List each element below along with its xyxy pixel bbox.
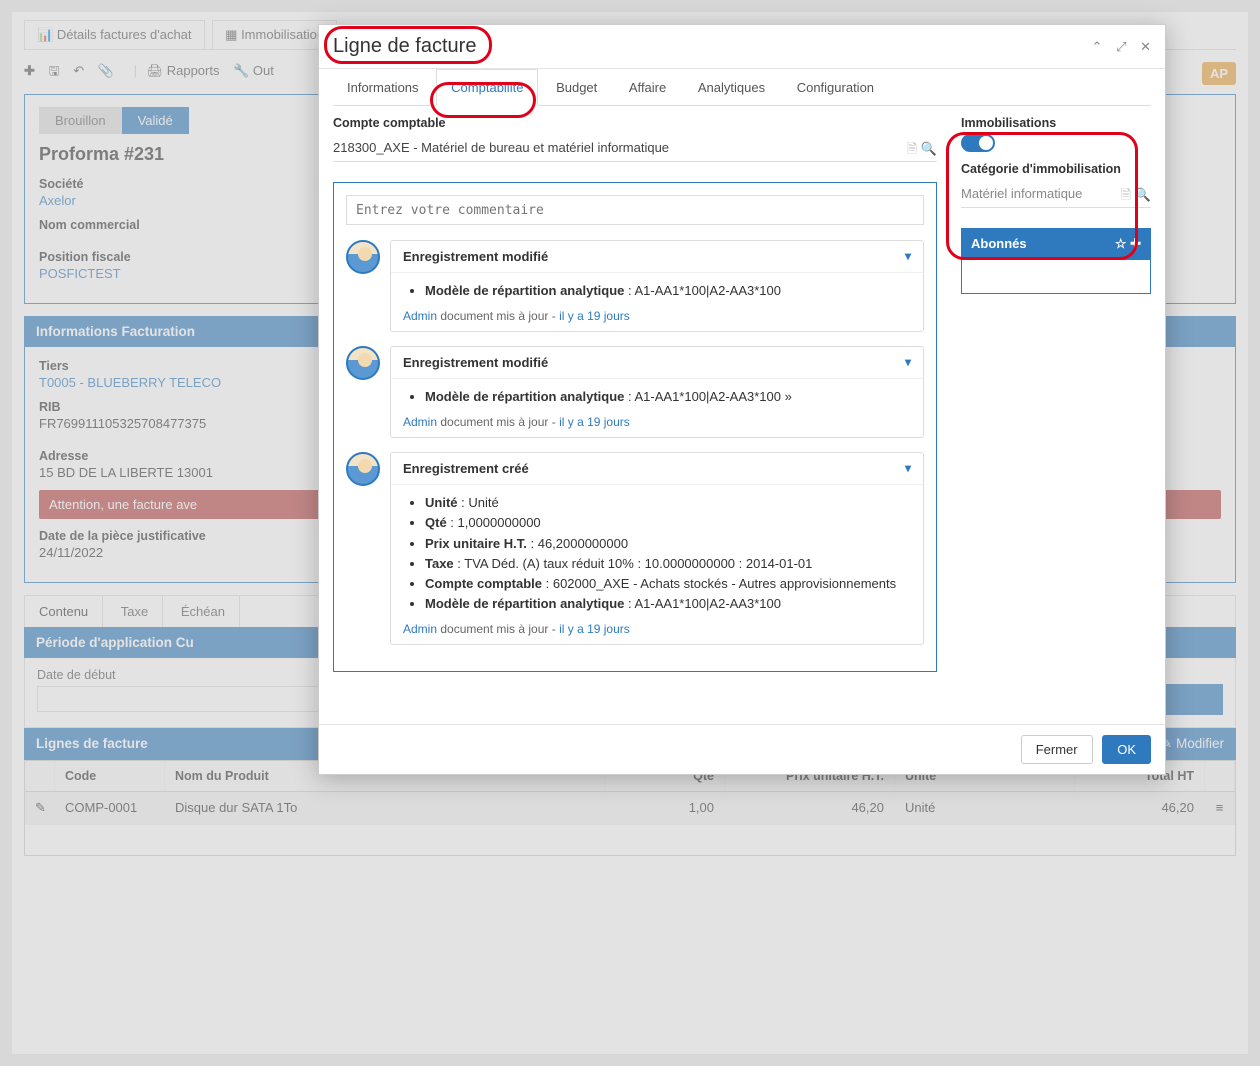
chevron-down-icon[interactable]: ▾ bbox=[905, 461, 911, 476]
history-meta: Admin document mis à jour - il y a 19 jo… bbox=[391, 309, 923, 331]
avatar bbox=[346, 240, 380, 274]
comment-input[interactable] bbox=[346, 195, 924, 225]
tab-affaire[interactable]: Affaire bbox=[615, 70, 680, 105]
tab-informations[interactable]: Informations bbox=[333, 70, 433, 105]
immobilisations-toggle[interactable] bbox=[961, 134, 995, 152]
close-icon[interactable]: ✕ bbox=[1140, 39, 1151, 54]
chevron-down-icon[interactable]: ▾ bbox=[905, 249, 911, 264]
history-field: Modèle de répartition analytique : A1-AA… bbox=[425, 387, 909, 407]
immobilisations-label: Immobilisations bbox=[961, 116, 1151, 130]
history-item: Enregistrement modifié ▾ Modèle de réparti… bbox=[346, 240, 924, 332]
tab-comptabilite[interactable]: Comptabilité bbox=[436, 69, 538, 106]
history-meta: Admin document mis à jour - il y a 19 jo… bbox=[391, 622, 923, 644]
history-field: Modèle de répartition analytique : A1-AA… bbox=[425, 594, 909, 614]
collapse-icon[interactable]: ⌃ bbox=[1092, 39, 1103, 54]
compte-comptable-input[interactable] bbox=[333, 134, 937, 162]
avatar bbox=[346, 346, 380, 380]
modal-title: Ligne de facture bbox=[333, 35, 476, 58]
history-field: Taxe : TVA Déd. (A) taux réduit 10% : 10… bbox=[425, 554, 909, 574]
close-button[interactable]: Fermer bbox=[1021, 735, 1093, 764]
history-user[interactable]: Admin bbox=[403, 309, 437, 323]
history-field: Prix unitaire H.T. : 46,2000000000 bbox=[425, 534, 909, 554]
ok-button[interactable]: OK bbox=[1102, 735, 1151, 764]
history-meta: Admin document mis à jour - il y a 19 jo… bbox=[391, 415, 923, 437]
tab-analytiques[interactable]: Analytiques bbox=[684, 70, 779, 105]
tab-configuration[interactable]: Configuration bbox=[783, 70, 888, 105]
history-field: Modèle de répartition analytique : A1-AA… bbox=[425, 281, 909, 301]
categorie-input[interactable] bbox=[961, 180, 1151, 208]
subscribers-panel: Abonnés ☆ ✚ bbox=[961, 228, 1151, 294]
comments-panel: Enregistrement modifié ▾ Modèle de réparti… bbox=[333, 182, 937, 672]
history-user[interactable]: Admin bbox=[403, 622, 437, 636]
avatar bbox=[346, 452, 380, 486]
history-time[interactable]: il y a 19 jours bbox=[559, 622, 630, 636]
tab-budget[interactable]: Budget bbox=[542, 70, 611, 105]
history-title: Enregistrement créé bbox=[403, 461, 529, 476]
history-field: Unité : Unité bbox=[425, 493, 909, 513]
history-item: Enregistrement créé ▾ Unité : UnitéQté : 1… bbox=[346, 452, 924, 645]
history-time[interactable]: il y a 19 jours bbox=[559, 415, 630, 429]
history-user[interactable]: Admin bbox=[403, 415, 437, 429]
add-subscriber-icon[interactable]: ✚ bbox=[1130, 236, 1141, 251]
compte-comptable-label: Compte comptable bbox=[333, 116, 937, 130]
modal-tabs: Informations Comptabilité Budget Affaire… bbox=[333, 69, 1151, 106]
history-field: Compte comptable : 602000_AXE - Achats s… bbox=[425, 574, 909, 594]
chevron-down-icon[interactable]: ▾ bbox=[905, 355, 911, 370]
history-title: Enregistrement modifié bbox=[403, 249, 548, 264]
modal-ligne-facture: Ligne de facture ⌃ ⤢ ✕ Informations Comp… bbox=[318, 24, 1166, 775]
history-time[interactable]: il y a 19 jours bbox=[559, 309, 630, 323]
categorie-label: Catégorie d'immobilisation bbox=[961, 162, 1151, 176]
history-field: Qté : 1,0000000000 bbox=[425, 513, 909, 533]
history-title: Enregistrement modifié bbox=[403, 355, 548, 370]
star-icon[interactable]: ☆ bbox=[1115, 236, 1127, 251]
abonnes-label: Abonnés bbox=[971, 236, 1027, 252]
history-item: Enregistrement modifié ▾ Modèle de réparti… bbox=[346, 346, 924, 438]
expand-icon[interactable]: ⤢ bbox=[1116, 39, 1126, 54]
